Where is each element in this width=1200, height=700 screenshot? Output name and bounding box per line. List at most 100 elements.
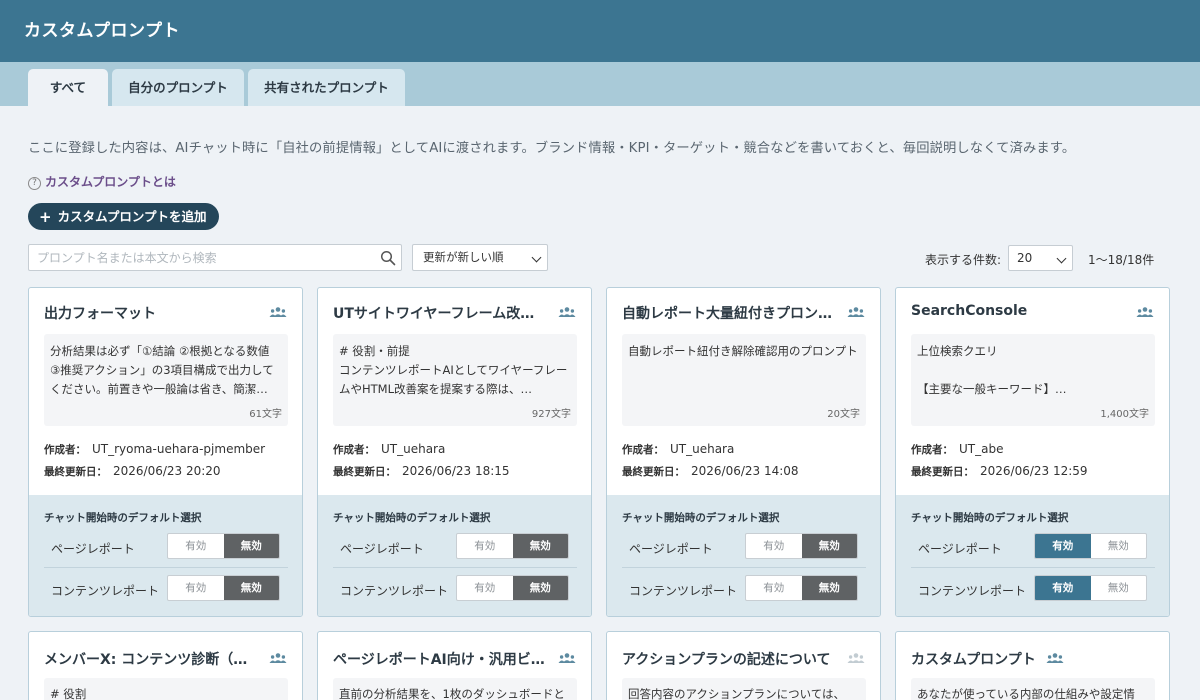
card-title[interactable]: 自動レポート大量紐付きプロン… [622,303,837,323]
shared-users-icon [269,653,287,663]
preview-text: 直前の分析結果を、1枚のダッシュボードと [339,687,565,700]
prompt-preview: 分析結果は必ず「①結論 ②根拠となる数値 ③推奨アクション」の3項目構成で出力し… [44,334,288,426]
page-description: ここに登録した内容は、AIチャット時に「自社の前提情報」としてAIに渡されます。… [28,141,1076,156]
author-line: 作成者： UT_uehara [333,442,445,457]
disable-option[interactable]: 無効 [1091,534,1147,558]
prompt-preview: 上位検索クエリ 【主要な一般キーワード】… 1,400文字 [911,334,1155,426]
enable-option[interactable]: 有効 [1035,576,1091,600]
updated-line: 最終更新日： 2026/06/23 14:08 [622,464,799,479]
default-selection-title: チャット開始時のデフォルト選択 [911,512,1069,524]
author-value: UT_uehara [381,442,446,456]
shared-users-icon [269,307,287,317]
page-report-toggle: 有効 無効 [167,533,280,559]
app-header: カスタムプロンプト [0,0,1200,62]
enable-option[interactable]: 有効 [168,534,224,558]
enable-option[interactable]: 有効 [457,576,513,600]
content-report-label: コンテンツレポート [340,584,449,598]
per-page-value: 20 [1017,251,1033,265]
updated-line: 最終更新日： 2026/06/23 18:15 [333,464,510,479]
char-count: 1,400文字 [1100,409,1149,420]
tab-all[interactable]: すべて [28,69,108,106]
add-prompt-button[interactable]: + カスタムプロンプトを追加 [28,203,219,230]
prompt-preview: 回答内容のアクションプランについては、 [622,678,866,700]
preview-text: 上位検索クエリ 【主要な一般キーワード】… [917,344,1067,396]
plus-icon: + [39,208,52,226]
card-title[interactable]: ページレポートAI向け・汎用ビ… [333,649,548,669]
disable-option[interactable]: 無効 [801,576,857,600]
card-title[interactable]: 出力フォーマット [44,303,259,323]
default-selection-panel: チャット開始時のデフォルト選択 ページレポート 有効 無効 コンテンツレポート … [607,495,880,616]
tab-shared-prompts[interactable]: 共有されたプロンプト [248,69,405,106]
char-count: 61文字 [249,409,282,420]
preview-text: あなたが使っている内部の仕組みや設定情 [917,687,1135,700]
default-selection-panel: チャット開始時のデフォルト選択 ページレポート 有効 無効 コンテンツレポート … [896,495,1169,616]
search-box [28,244,402,271]
card-title[interactable]: アクションプランの記述について [622,649,837,669]
page-report-toggle: 有効 無効 [1034,533,1147,559]
card-title[interactable]: SearchConsole [911,303,1126,319]
disable-option[interactable]: 無効 [801,534,857,558]
prompt-card[interactable]: 出力フォーマット 分析結果は必ず「①結論 ②根拠となる数値 ③推奨アクション」の… [28,287,303,617]
shared-users-icon [847,307,865,317]
prompt-preview: 直前の分析結果を、1枚のダッシュボードと [333,678,577,700]
author-value: UT_ryoma-uehara-pjmember [92,442,266,456]
help-link[interactable]: ? カスタムプロンプトとは [28,173,176,190]
enable-option[interactable]: 有効 [457,534,513,558]
author-label: 作成者： [333,444,375,456]
chevron-down-icon [1056,253,1067,264]
content-report-label: コンテンツレポート [51,584,160,598]
prompt-card[interactable]: カスタムプロンプト あなたが使っている内部の仕組みや設定情 [895,631,1170,700]
search-icon[interactable] [380,250,396,266]
prompt-card[interactable]: アクションプランの記述について 回答内容のアクションプランについては、 [606,631,881,700]
prompt-card[interactable]: 自動レポート大量紐付きプロン… 自動レポート紐付き解除確認用のプロンプト 20文… [606,287,881,617]
updated-label: 最終更新日： [333,466,396,478]
card-title[interactable]: メンバーX: コンテンツ診断（コ… [44,649,259,669]
content-report-label: コンテンツレポート [918,584,1027,598]
page-report-label: ページレポート [340,542,424,556]
divider [622,567,866,568]
search-input[interactable] [29,245,359,270]
per-page-label: 表示する件数: [925,253,1002,267]
tab-my-prompts[interactable]: 自分のプロンプト [112,69,244,106]
shared-users-icon [558,307,576,317]
enable-option[interactable]: 有効 [746,534,802,558]
prompt-card[interactable]: ページレポートAI向け・汎用ビ… 直前の分析結果を、1枚のダッシュボードと [317,631,592,700]
enable-option[interactable]: 有効 [1035,534,1091,558]
prompt-card[interactable]: メンバーX: コンテンツ診断（コ… # 役割 [28,631,303,700]
author-value: UT_uehara [670,442,735,456]
default-selection-panel: チャット開始時のデフォルト選択 ページレポート 有効 無効 コンテンツレポート … [29,495,302,616]
author-label: 作成者： [911,444,953,456]
author-label: 作成者： [622,444,664,456]
per-page-select[interactable]: 20 [1008,245,1073,271]
disable-option[interactable]: 無効 [512,576,568,600]
default-selection-title: チャット開始時のデフォルト選択 [333,512,491,524]
updated-label: 最終更新日： [44,466,107,478]
result-count: 1〜18/18件 [1088,253,1155,267]
prompt-preview: あなたが使っている内部の仕組みや設定情 [911,678,1155,700]
divider [44,567,288,568]
sort-select[interactable]: 更新が新しい順 [412,244,548,271]
prompt-card[interactable]: UTサイトワイヤーフレーム改善… # 役割・前提 コンテンツレポートAIとしてワ… [317,287,592,617]
updated-label: 最終更新日： [622,466,685,478]
page-report-label: ページレポート [918,542,1002,556]
card-title[interactable]: UTサイトワイヤーフレーム改善… [333,303,548,323]
shared-users-icon [1046,653,1064,663]
add-prompt-label: カスタムプロンプトを追加 [57,209,207,224]
preview-text: # 役割・前提 コンテンツレポートAIとしてワイヤーフレームやHTML改善案を提… [339,344,568,396]
content-report-toggle: 有効 無効 [167,575,280,601]
disable-option[interactable]: 無効 [223,534,279,558]
preview-text: # 役割 [50,687,87,700]
card-title[interactable]: カスタムプロンプト [911,649,1046,669]
preview-text: 分析結果は必ず「①結論 ②根拠となる数値 ③推奨アクション」の3項目構成で出力し… [50,344,274,396]
enable-option[interactable]: 有効 [746,576,802,600]
author-line: 作成者： UT_abe [911,442,1003,457]
enable-option[interactable]: 有効 [168,576,224,600]
page-report-toggle: 有効 無効 [456,533,569,559]
updated-value: 2026/06/23 14:08 [691,464,799,478]
app-title: カスタムプロンプト [24,21,180,41]
disable-option[interactable]: 無効 [223,576,279,600]
disable-option[interactable]: 無効 [512,534,568,558]
disable-option[interactable]: 無効 [1091,576,1147,600]
prompt-card[interactable]: SearchConsole 上位検索クエリ 【主要な一般キーワード】… 1,40… [895,287,1170,617]
char-count: 927文字 [531,409,571,420]
